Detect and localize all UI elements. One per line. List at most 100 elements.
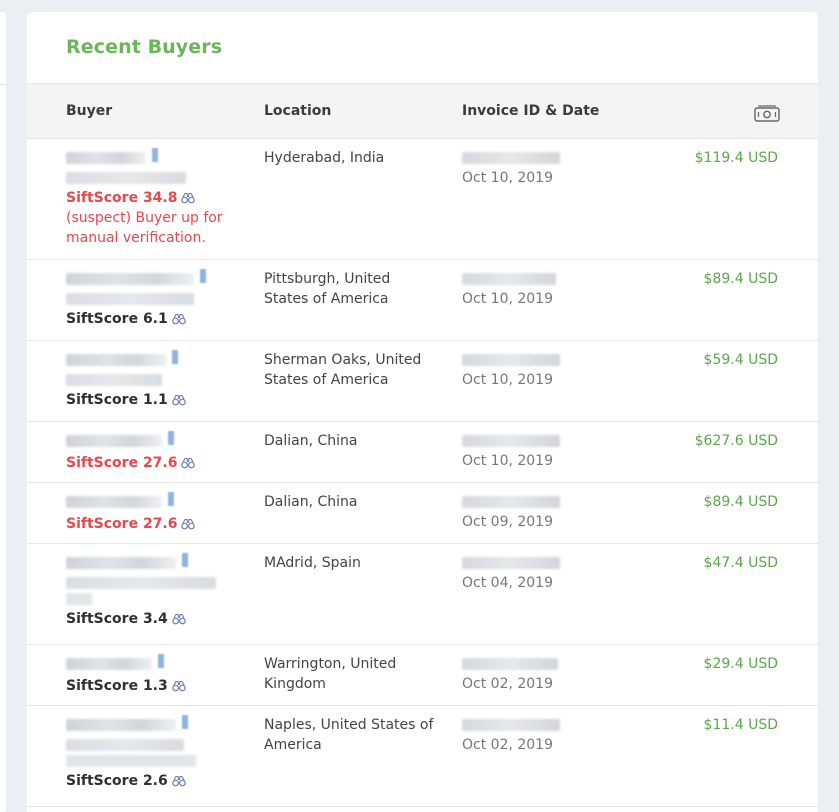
- amount-cell: $11.4 USD: [703, 717, 778, 733]
- invoice-cell: Oct 10, 2019: [462, 148, 612, 188]
- invoice-date: Oct 10, 2019: [462, 372, 553, 388]
- buyer-cell: SiftScore 6.1: [66, 269, 246, 329]
- buyer-detail-redacted: [66, 739, 184, 751]
- siftscore: SiftScore 1.3: [66, 676, 246, 696]
- location-cell: Hyderabad, India: [264, 150, 385, 166]
- table-row[interactable]: SiftScore 27.6 Dalian, China Oct 10, 2019 $…: [27, 421, 818, 483]
- invoice-id-redacted[interactable]: [462, 496, 560, 508]
- verified-mark-icon: [168, 492, 174, 506]
- table-row[interactable]: SiftScore 2.6 Naples, United States of Am…: [27, 705, 818, 807]
- left-panel: [0, 12, 6, 812]
- amount-cell: $89.4 USD: [703, 494, 778, 510]
- buyer-detail-redacted: [66, 755, 196, 767]
- siftscore: SiftScore 6.1: [66, 309, 246, 329]
- invoice-id-redacted[interactable]: [462, 354, 560, 366]
- binoculars-icon[interactable]: [171, 775, 186, 787]
- buyer-name-redacted[interactable]: [66, 715, 246, 735]
- amount-cell: $89.4 USD: [703, 271, 778, 287]
- verified-mark-icon: [182, 715, 188, 729]
- siftscore-value: SiftScore 1.3: [66, 678, 168, 694]
- invoice-date: Oct 04, 2019: [462, 575, 553, 591]
- invoice-id-redacted[interactable]: [462, 658, 558, 670]
- location-cell: MAdrid, Spain: [264, 555, 361, 571]
- header-invoice: Invoice ID & Date: [462, 103, 600, 119]
- table-row[interactable]: SiftScore 34.8 (suspect) Buyer up for man…: [27, 138, 818, 260]
- table-header: Buyer Location Invoice ID & Date: [27, 83, 818, 139]
- buyer-cell: SiftScore 2.6: [66, 715, 246, 791]
- binoculars-icon[interactable]: [171, 613, 186, 625]
- invoice-id-redacted[interactable]: [462, 152, 560, 164]
- siftscore: SiftScore 3.4: [66, 609, 246, 629]
- binoculars-icon[interactable]: [181, 192, 196, 204]
- buyer-detail-redacted: [66, 577, 216, 589]
- siftscore: SiftScore 27.6: [66, 514, 246, 534]
- verified-mark-icon: [172, 350, 178, 364]
- buyer-cell: SiftScore 27.6: [66, 492, 246, 534]
- amount-cell: $47.4 USD: [703, 555, 778, 571]
- location-cell: Pittsburgh, United States of America: [264, 271, 391, 307]
- table-row[interactable]: SiftScore 3.4 MAdrid, Spain Oct 04, 2019 $4…: [27, 543, 818, 645]
- table-row[interactable]: SiftScore 6.1 Pittsburgh, United States o…: [27, 259, 818, 341]
- invoice-date: Oct 10, 2019: [462, 291, 553, 307]
- siftscore-value: SiftScore 3.4: [66, 611, 168, 627]
- invoice-date: Oct 02, 2019: [462, 737, 553, 753]
- buyer-cell: SiftScore 1.3: [66, 654, 246, 696]
- table-row[interactable]: SiftScore 1.3 Warrington, United Kingdom O…: [27, 644, 818, 706]
- invoice-cell: Oct 02, 2019: [462, 654, 612, 694]
- binoculars-icon[interactable]: [181, 457, 196, 469]
- buyer-name-redacted[interactable]: [66, 431, 246, 451]
- invoice-date: Oct 10, 2019: [462, 453, 553, 469]
- header-location: Location: [264, 103, 332, 119]
- location-cell: Naples, United States of America: [264, 717, 434, 753]
- buyer-cell: SiftScore 34.8 (suspect) Buyer up for man…: [66, 148, 246, 248]
- invoice-cell: Oct 09, 2019: [462, 492, 612, 532]
- buyer-cell: SiftScore 1.1: [66, 350, 246, 410]
- invoice-id-redacted[interactable]: [462, 557, 560, 569]
- invoice-date: Oct 02, 2019: [462, 676, 553, 692]
- binoculars-icon[interactable]: [171, 394, 186, 406]
- buyer-name-redacted[interactable]: [66, 492, 246, 512]
- invoice-date: Oct 10, 2019: [462, 170, 553, 186]
- invoice-id-redacted[interactable]: [462, 719, 560, 731]
- table-row[interactable]: SiftScore 27.6 Dalian, China Oct 09, 2019 $…: [27, 482, 818, 544]
- invoice-cell: Oct 02, 2019: [462, 715, 612, 755]
- buyer-name-redacted[interactable]: [66, 553, 246, 573]
- buyer-name-redacted[interactable]: [66, 350, 246, 370]
- siftscore-value: SiftScore 2.6: [66, 773, 168, 789]
- buyer-detail-redacted: [66, 374, 162, 386]
- amount-cell: $627.6 USD: [694, 433, 778, 449]
- recent-buyers-card: Recent Buyers Buyer Location Invoice ID …: [27, 12, 818, 812]
- invoice-cell: Oct 04, 2019: [462, 553, 612, 593]
- table-row[interactable]: SiftScore 1.1 Sherman Oaks, United States…: [27, 340, 818, 422]
- siftscore-value: SiftScore 34.8: [66, 190, 178, 206]
- invoice-cell: Oct 10, 2019: [462, 350, 612, 390]
- buyer-cell: SiftScore 27.6: [66, 431, 246, 473]
- invoice-id-redacted[interactable]: [462, 435, 560, 447]
- siftscore-value: SiftScore 6.1: [66, 311, 168, 327]
- siftscore-value: SiftScore 27.6: [66, 516, 178, 532]
- buyer-detail-redacted: [66, 593, 92, 605]
- verified-mark-icon: [158, 654, 164, 668]
- siftscore: SiftScore 34.8: [66, 188, 246, 208]
- buyer-name-redacted[interactable]: [66, 269, 246, 289]
- binoculars-icon[interactable]: [171, 313, 186, 325]
- siftscore: SiftScore 2.6: [66, 771, 246, 791]
- invoice-date: Oct 09, 2019: [462, 514, 553, 530]
- buyer-name-redacted[interactable]: [66, 654, 246, 674]
- buyer-name-redacted[interactable]: [66, 148, 246, 168]
- money-icon: [754, 105, 780, 122]
- verified-mark-icon: [152, 148, 158, 162]
- siftscore-value: SiftScore 1.1: [66, 392, 168, 408]
- invoice-id-redacted[interactable]: [462, 273, 556, 285]
- amount-cell: $59.4 USD: [703, 352, 778, 368]
- buyer-detail-redacted: [66, 172, 186, 184]
- binoculars-icon[interactable]: [171, 680, 186, 692]
- verified-mark-icon: [200, 269, 206, 283]
- location-cell: Sherman Oaks, United States of America: [264, 352, 422, 388]
- siftscore: SiftScore 1.1: [66, 390, 246, 410]
- amount-cell: $29.4 USD: [703, 656, 778, 672]
- amount-cell: $119.4 USD: [694, 150, 778, 166]
- binoculars-icon[interactable]: [181, 518, 196, 530]
- siftscore: SiftScore 27.6: [66, 453, 246, 473]
- siftscore-value: SiftScore 27.6: [66, 455, 178, 471]
